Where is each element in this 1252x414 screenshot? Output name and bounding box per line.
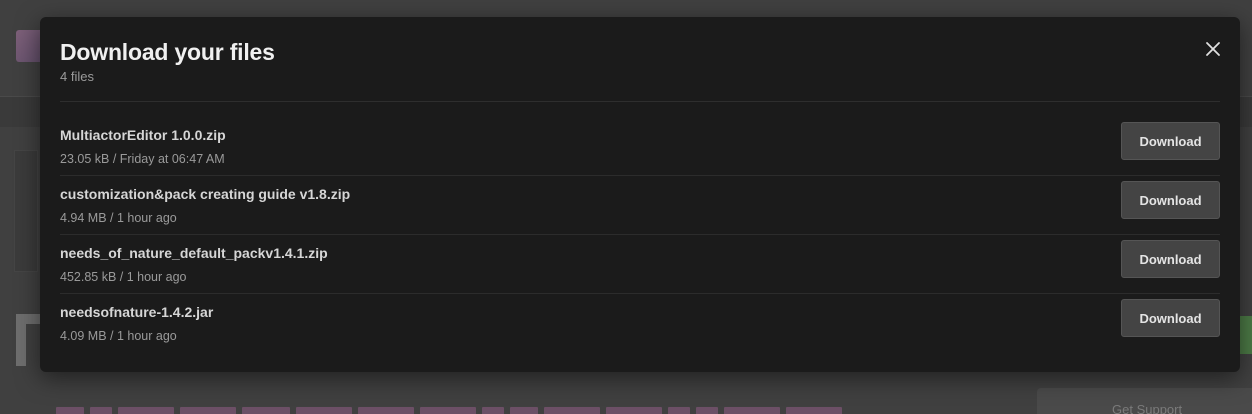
- file-meta: 4.94 MB / 1 hour ago: [60, 211, 177, 225]
- modal-title: Download your files: [60, 39, 275, 65]
- file-row: needsofnature-1.4.2.jar 4.09 MB / 1 hour…: [60, 294, 1220, 353]
- close-icon: [1206, 42, 1220, 56]
- download-files-modal: Download your files 4 files MultiactorEd…: [40, 17, 1240, 372]
- download-button[interactable]: Download: [1121, 299, 1220, 337]
- file-meta: 452.85 kB / 1 hour ago: [60, 270, 187, 284]
- file-row: customization&pack creating guide v1.8.z…: [60, 176, 1220, 235]
- file-row: MultiactorEditor 1.0.0.zip 23.05 kB / Fr…: [60, 117, 1220, 176]
- file-row: needs_of_nature_default_packv1.4.1.zip 4…: [60, 235, 1220, 294]
- file-name: MultiactorEditor 1.0.0.zip: [60, 127, 226, 143]
- background-panel: [14, 150, 38, 272]
- file-list: MultiactorEditor 1.0.0.zip 23.05 kB / Fr…: [60, 117, 1220, 353]
- file-name: needs_of_nature_default_packv1.4.1.zip: [60, 245, 328, 261]
- modal-divider: [60, 101, 1220, 102]
- get-support-button: Get Support: [1037, 388, 1252, 414]
- download-button[interactable]: Download: [1121, 240, 1220, 278]
- file-name: needsofnature-1.4.2.jar: [60, 304, 214, 320]
- close-button[interactable]: [1203, 39, 1223, 59]
- download-button[interactable]: Download: [1121, 181, 1220, 219]
- download-button[interactable]: Download: [1121, 122, 1220, 160]
- background-logo-fragment: [16, 314, 40, 366]
- file-name: customization&pack creating guide v1.8.z…: [60, 186, 351, 202]
- file-meta: 23.05 kB / Friday at 06:47 AM: [60, 152, 225, 166]
- modal-subtitle: 4 files: [60, 69, 94, 84]
- background-thumbnails: [56, 407, 848, 414]
- file-meta: 4.09 MB / 1 hour ago: [60, 329, 177, 343]
